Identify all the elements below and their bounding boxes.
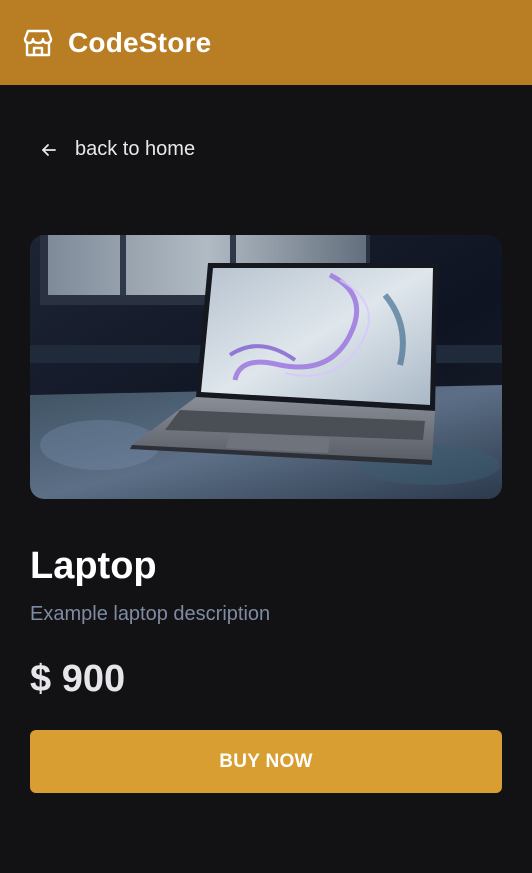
product-title: Laptop — [30, 545, 157, 587]
storefront-icon[interactable] — [22, 27, 54, 59]
product-price: $ 900 — [30, 658, 126, 700]
back-link-label: back to home — [75, 138, 196, 160]
back-to-home-link[interactable]: back to home — [40, 138, 195, 161]
top-bar: CodeStore — [0, 0, 532, 85]
brand-name[interactable]: CodeStore — [68, 27, 211, 59]
product-description: Example laptop description — [30, 603, 271, 625]
buy-now-button[interactable]: BUY NOW — [30, 730, 502, 793]
product-image — [30, 235, 502, 499]
arrow-left-icon — [40, 141, 58, 159]
